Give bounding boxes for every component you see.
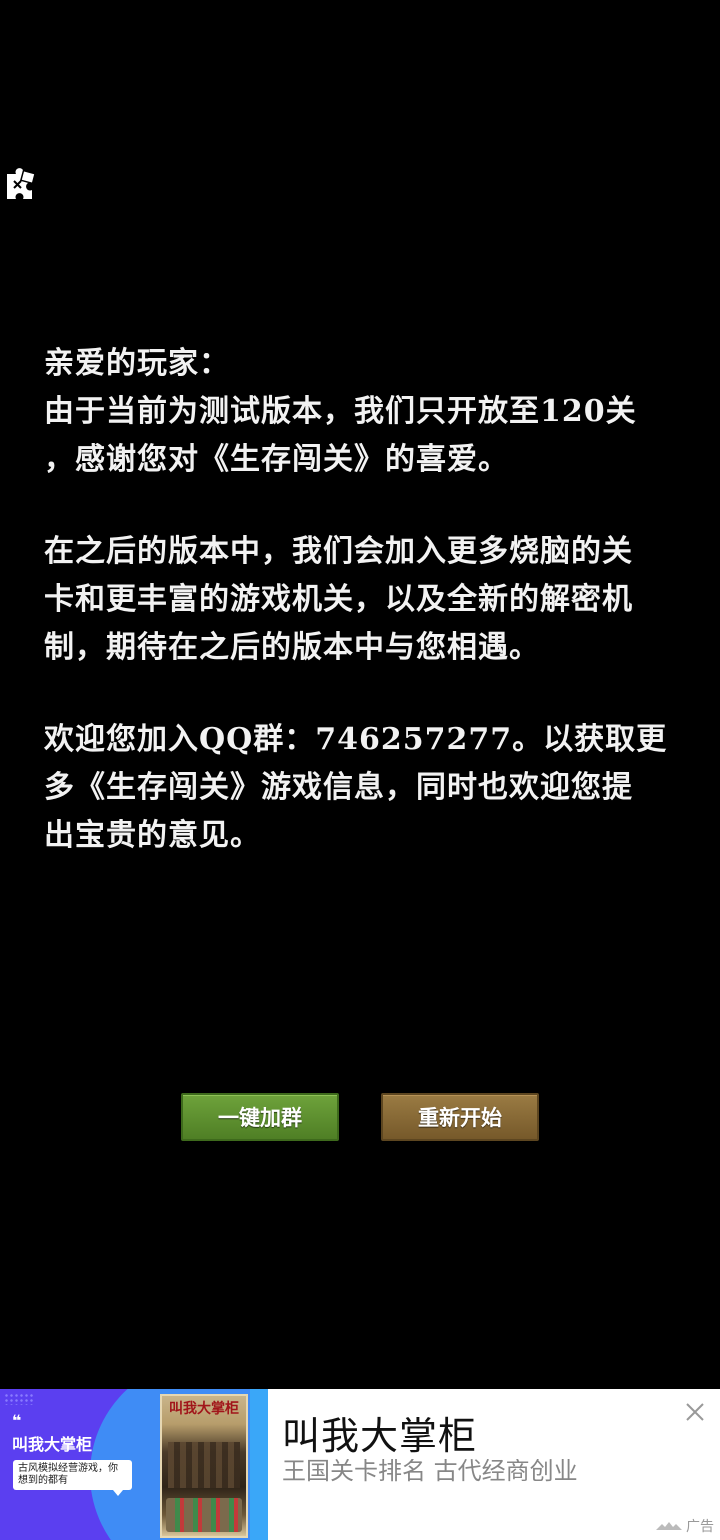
notice-paragraph-future: 在之后的版本中，我们会加入更多烧脑的关 卡和更丰富的游戏机关，以及全新的解密机 … <box>44 528 684 672</box>
notice-line: 在之后的版本中，我们会加入更多烧脑的关 <box>44 534 633 569</box>
notice-line: ，感谢您对《生存闯关》的喜爱。 <box>44 442 509 477</box>
close-icon[interactable] <box>684 1401 706 1423</box>
ad-decor-strip <box>250 1389 268 1540</box>
ad-brand-small: 叫我大掌柜 <box>12 1435 93 1454</box>
ad-network-logo-icon <box>656 1522 682 1530</box>
notice-message: 亲爱的玩家： 由于当前为测试版本，我们只开放至120关 ，感谢您对《生存闯关》的… <box>44 340 684 860</box>
quote-icon: ❝ <box>12 1411 22 1430</box>
ad-decor-dots <box>4 1393 34 1405</box>
notice-line: 欢迎您加入QQ群：746257277。以获取更 <box>44 722 668 757</box>
notice-line: 由于当前为测试版本，我们只开放至120关 <box>44 394 637 429</box>
notice-line: 出宝贵的意见。 <box>44 818 261 853</box>
ad-poster-title: 叫我大掌柜 <box>169 1401 239 1417</box>
restart-button[interactable]: 重新开始 <box>381 1093 539 1141</box>
notice-line: 亲爱的玩家： <box>44 346 230 381</box>
notice-paragraph-greeting: 亲爱的玩家： 由于当前为测试版本，我们只开放至120关 ，感谢您对《生存闯关》的… <box>44 340 684 484</box>
join-group-button[interactable]: 一键加群 <box>181 1093 339 1141</box>
notice-line: 多《生存闯关》游戏信息，同时也欢迎您提 <box>44 770 633 805</box>
notice-line: 卡和更丰富的游戏机关，以及全新的解密机 <box>44 582 633 617</box>
notice-paragraph-qq-group: 欢迎您加入QQ群：746257277。以获取更 多《生存闯关》游戏信息，同时也欢… <box>44 716 684 860</box>
ad-subtitle: 王国关卡排名 古代经商创业 <box>282 1459 578 1485</box>
ad-tag-text: 广告 <box>686 1519 714 1535</box>
ad-label: 广告 <box>656 1516 714 1536</box>
ad-poster-scene <box>168 1442 240 1488</box>
ad-poster-image[interactable]: 叫我大掌柜 <box>160 1394 248 1538</box>
ad-speech-bubble: 古风模拟经营游戏，你想到的都有 <box>13 1460 132 1496</box>
ad-banner[interactable]: ❝ 叫我大掌柜 古风模拟经营游戏，你想到的都有 叫我大掌柜 叫我大掌柜 王国关卡… <box>0 1389 720 1540</box>
ad-poster-characters <box>166 1498 242 1532</box>
notice-line: 制，期待在之后的版本中与您相遇。 <box>44 630 540 665</box>
ad-title[interactable]: 叫我大掌柜 <box>282 1405 477 1460</box>
puzzle-piece-icon[interactable] <box>4 168 38 202</box>
